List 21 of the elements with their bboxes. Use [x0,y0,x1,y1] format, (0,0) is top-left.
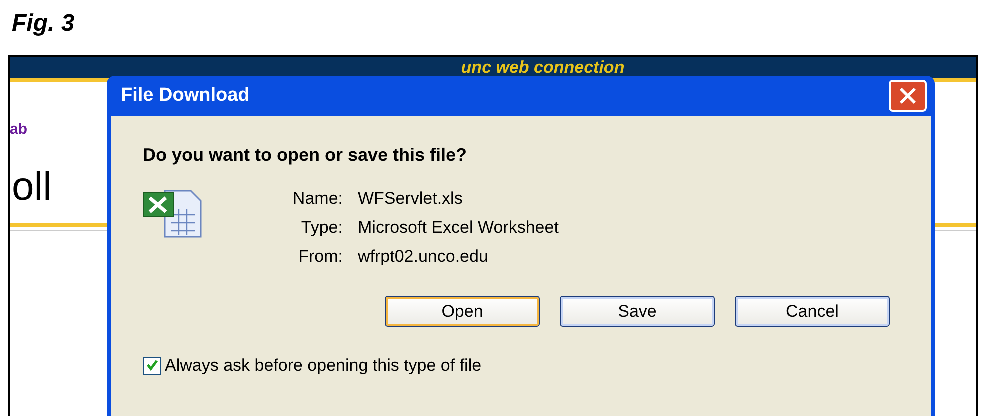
spreadsheet-file-icon [143,189,205,239]
dialog-button[interactable]: Save [560,296,715,327]
dialog-question: Do you want to open or save this file? [143,144,468,167]
banner-text: unc web connection [461,59,625,76]
dialog-button[interactable]: Cancel [735,296,890,327]
field-label: Name: [292,188,343,210]
close-icon [898,86,918,106]
close-button[interactable] [889,80,927,112]
field-value: wfrpt02.unco.edu [358,246,488,268]
checkbox[interactable] [143,356,161,375]
checkbox-label[interactable]: Always ask before opening this type of file [165,353,482,378]
check-icon [146,359,158,372]
field-value: Microsoft Excel Worksheet [358,217,559,239]
field-label: From: [298,246,343,268]
page-link[interactable]: ab [10,122,28,137]
figure-caption: Fig. 3 [12,10,75,37]
window-title: File Download [121,84,250,108]
field-label: Type: [300,217,343,239]
field-value: WFServlet.xls [358,188,463,210]
dialog-button[interactable]: Open [385,296,540,327]
page-heading: oll [12,167,52,207]
